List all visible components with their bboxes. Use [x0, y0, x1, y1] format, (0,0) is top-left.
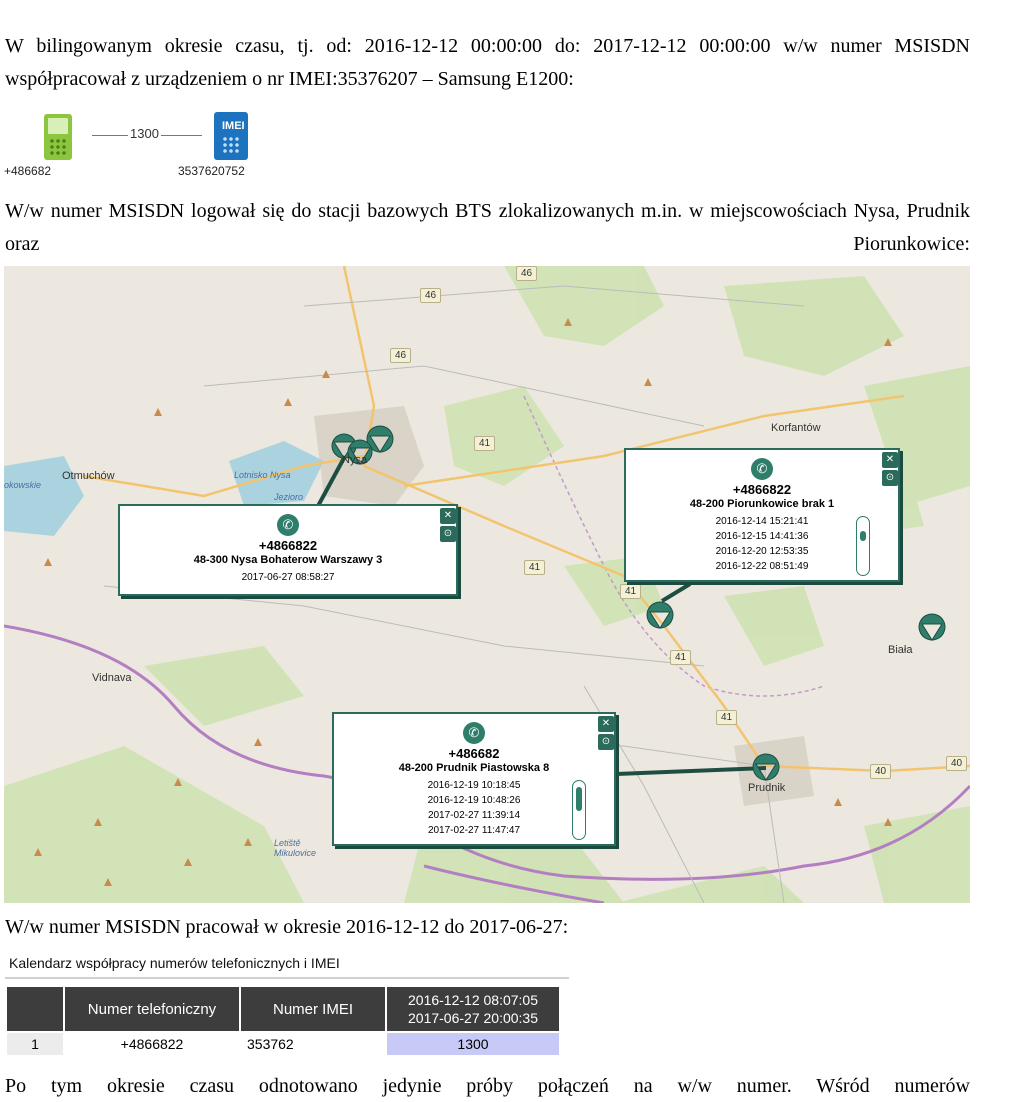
- phone-caption: +486682: [4, 164, 52, 178]
- bts-popup-prudnik[interactable]: ✆ +486682 48-200 Prudnik Piastowska 8 20…: [332, 712, 616, 846]
- road-badge-46: 46: [516, 266, 538, 281]
- phone-number-icon: [44, 114, 72, 160]
- column-header-index[interactable]: [5, 985, 65, 1033]
- road-badge-41: 41: [670, 650, 692, 665]
- town-prudnik: Prudnik: [748, 782, 786, 794]
- town-korfantow: Korfantów: [771, 422, 821, 434]
- imei-device-icon: IMEI: [214, 112, 248, 160]
- label-lake-fragment: okowskie: [4, 480, 42, 490]
- town-nysa: Nysa: [342, 454, 368, 466]
- cell-phone: +4866822: [63, 1031, 241, 1057]
- imei-caption: 3537620752: [178, 164, 245, 178]
- device-link-diagram: 1300 IMEI +486682 3537620752: [0, 108, 280, 188]
- phone-icon: ✆: [277, 514, 299, 536]
- column-header-imei[interactable]: Numer IMEI: [239, 985, 387, 1033]
- calendar-title: Kalendarz współpracy numerów telefoniczn…: [9, 955, 340, 971]
- close-icon[interactable]: ✕: [598, 716, 614, 732]
- bts-map[interactable]: Nysa Otmuchów Korfantów Vidnava Biała Pr…: [4, 266, 970, 903]
- column-header-phone[interactable]: Numer telefoniczny: [63, 985, 241, 1033]
- popup-address: 48-200 Piorunkowice brak 1: [689, 498, 835, 510]
- cell-duration: 1300: [385, 1031, 561, 1057]
- popup-scrollbar[interactable]: [856, 516, 870, 576]
- town-biala: Biała: [888, 644, 913, 656]
- calendar-table: Numer telefoniczny Numer IMEI 2016-12-12…: [5, 985, 561, 1057]
- popup-scrollbar[interactable]: [572, 780, 586, 840]
- pin-icon[interactable]: ⊙: [882, 470, 898, 486]
- label-letiste: Letiště Mikulovice: [274, 838, 317, 858]
- cell-index: 1: [5, 1031, 65, 1057]
- road-badge-41: 41: [716, 710, 738, 725]
- bts-popup-piorunkowice[interactable]: ✆ +4866822 48-200 Piorunkowice brak 1 20…: [624, 448, 900, 582]
- intro-paragraph: W bilingowanym okresie czasu, tj. od: 20…: [5, 35, 970, 90]
- pin-icon[interactable]: ⊙: [440, 526, 456, 542]
- popup-address: 48-300 Nysa Bohaterow Warszawy 3: [193, 554, 383, 566]
- close-icon[interactable]: ✕: [440, 508, 456, 524]
- pin-icon[interactable]: ⊙: [598, 734, 614, 750]
- road-badge-41: 41: [524, 560, 546, 575]
- cell-imei: 353762: [239, 1031, 387, 1057]
- road-badge-46: 46: [390, 348, 412, 363]
- town-otmuchow: Otmuchów: [62, 470, 115, 482]
- close-icon[interactable]: ✕: [882, 452, 898, 468]
- popup-number: +4866822: [258, 538, 318, 553]
- phone-icon: ✆: [751, 458, 773, 480]
- bts-popup-nysa[interactable]: ✆ +4866822 48-300 Nysa Bohaterow Warszaw…: [118, 504, 458, 596]
- label-lotnisko: Lotnisko Nysa: [234, 470, 291, 480]
- label-jezioro: Jezioro: [274, 492, 304, 502]
- column-header-date-range[interactable]: 2016-12-12 08:07:05 2017-06-27 20:00:35: [385, 985, 561, 1033]
- road-badge-40: 40: [870, 764, 892, 779]
- road-badge-41: 41: [474, 436, 496, 451]
- popup-address: 48-200 Prudnik Piastowska 8: [398, 762, 550, 774]
- road-badge-40: 40: [946, 756, 968, 771]
- town-vidnava: Vidnava: [92, 672, 132, 684]
- popup-time: 2017-06-27 08:58:27: [241, 572, 335, 583]
- date-range-start: 2016-12-12 08:07:05: [408, 992, 538, 1008]
- road-badge-46: 46: [420, 288, 442, 303]
- road-badge-41: 41: [620, 584, 642, 599]
- calendar-divider: [5, 977, 569, 979]
- table-row[interactable]: 1 +4866822 353762 1300: [5, 1031, 561, 1057]
- popup-number: +4866822: [732, 482, 792, 497]
- link-duration: 1300: [128, 126, 161, 141]
- date-range-end: 2017-06-27 20:00:35: [408, 1010, 538, 1026]
- closing-paragraph: Po tym okresie czasu odnotowano jedynie …: [5, 1075, 970, 1097]
- bts-paragraph: W/w numer MSISDN logował się do stacji b…: [5, 200, 970, 255]
- period-paragraph: W/w numer MSISDN pracował w okresie 2016…: [5, 916, 569, 938]
- phone-icon: ✆: [463, 722, 485, 744]
- popup-number: +486682: [448, 746, 500, 761]
